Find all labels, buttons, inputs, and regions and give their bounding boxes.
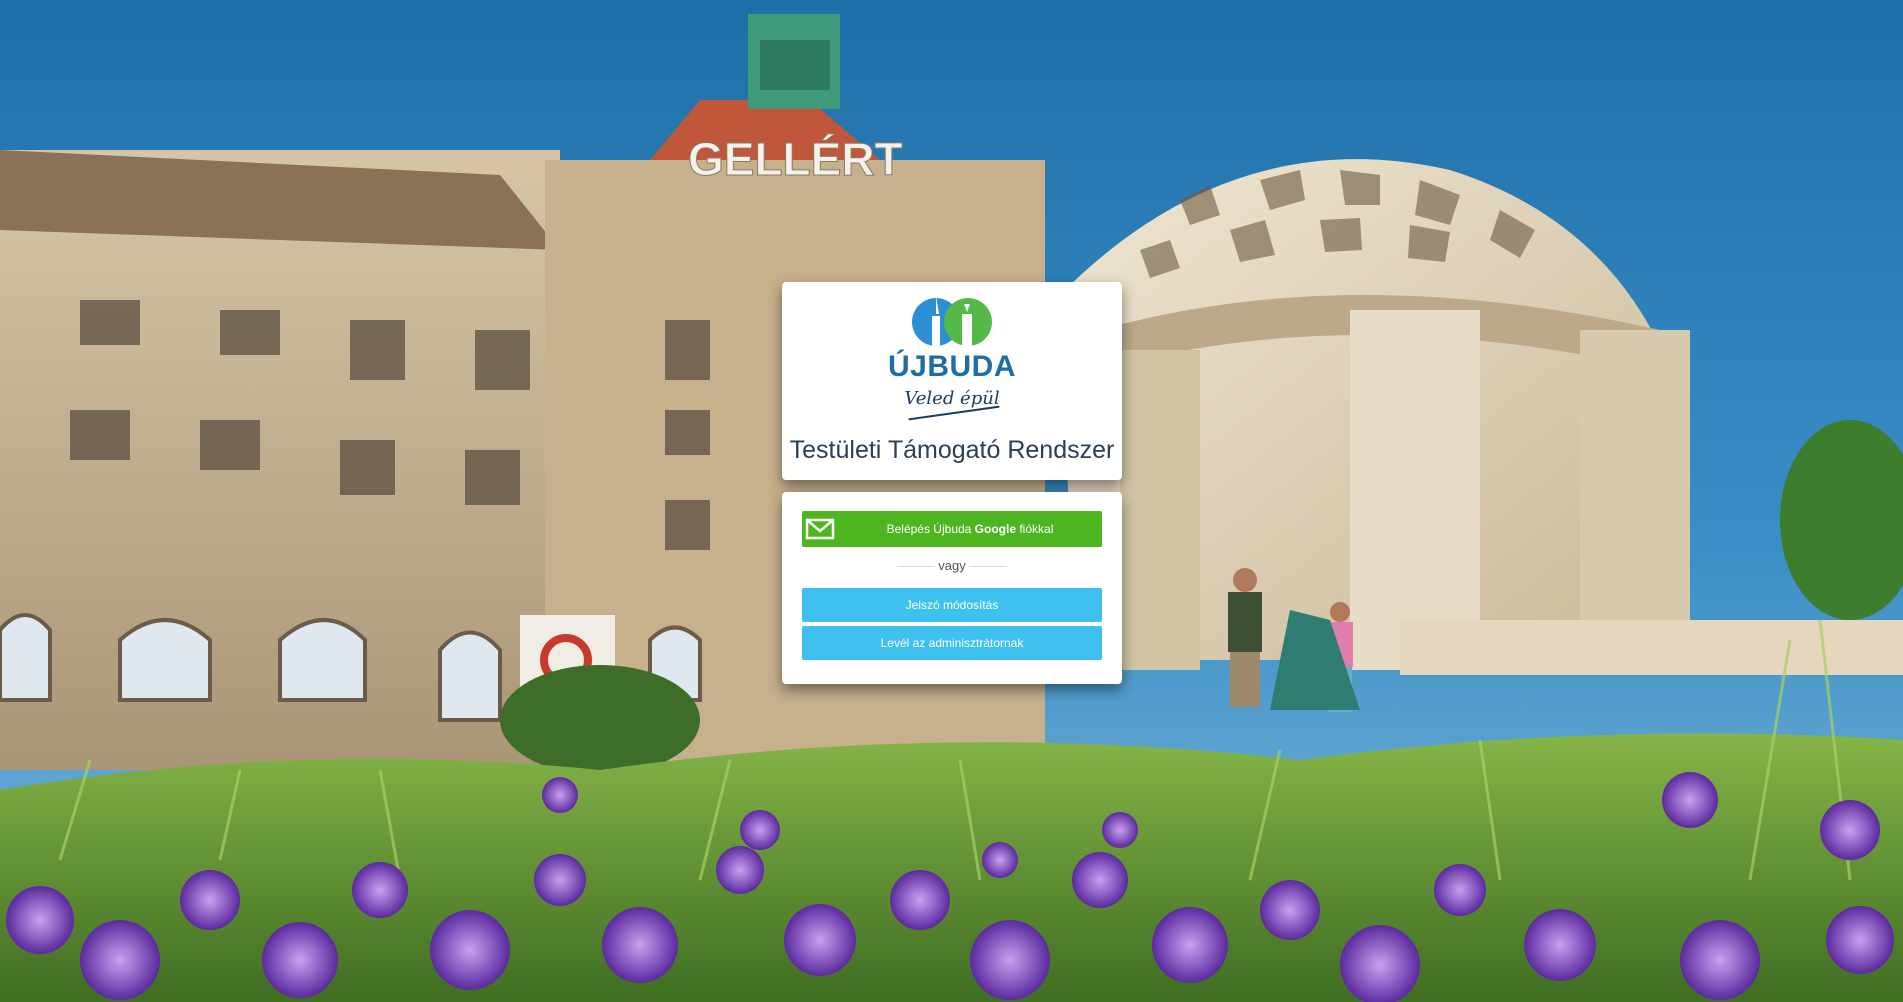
google-button-prefix: Belépés Újbuda — [886, 522, 975, 536]
divider-text: vagy — [938, 558, 966, 573]
brand-card: ÚJBUDA Veled épül Testületi Támogató Ren… — [782, 282, 1122, 480]
divider-line-right — [969, 566, 1007, 567]
gellert-sign: GELLÉRT — [688, 133, 903, 185]
ujbuda-logo-icon — [912, 296, 992, 348]
divider-line-left — [897, 566, 935, 567]
google-login-button[interactable]: Belépés Újbuda Google fiókkal — [802, 511, 1102, 547]
login-card: Belépés Újbuda Google fiókkal vagy Jelsz… — [782, 492, 1122, 684]
brand-name: ÚJBUDA — [887, 350, 1016, 383]
brand-tagline: Veled épül — [904, 388, 1000, 409]
mail-icon — [805, 518, 835, 540]
page-title: Testületi Támogató Rendszer — [789, 436, 1115, 464]
google-button-brand: Google — [974, 522, 1017, 536]
or-divider: vagy — [802, 556, 1102, 576]
login-page: GELLÉRT ÚJBUDA Veled épül Testületi Támo… — [0, 0, 1903, 1002]
google-button-suffix: fiókkal — [1016, 522, 1054, 536]
change-password-button[interactable]: Jelszó módosítás — [802, 588, 1102, 622]
contact-admin-button[interactable]: Levél az adminisztrátornak — [802, 626, 1102, 660]
